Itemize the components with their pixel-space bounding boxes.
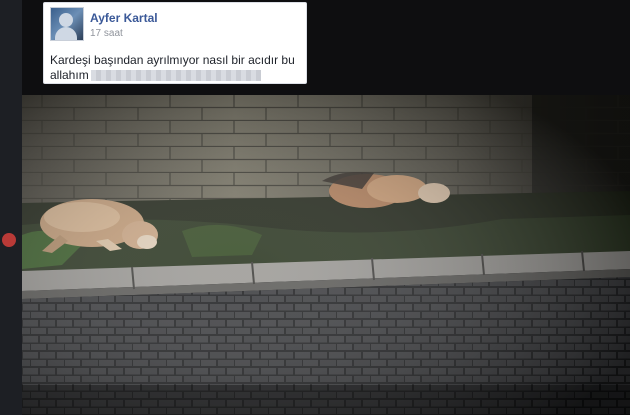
post-text: Kardeşi başından ayrılmıyor nasıl bir ac…: [50, 53, 306, 83]
post-text-line1: Kardeşi başından ayrılmıyor nasıl bir ac…: [50, 53, 295, 67]
blurred-text-icon: [90, 70, 261, 82]
post-card: Ayfer Kartal 17 saat Kardeşi başından ay…: [43, 2, 307, 84]
post-photo[interactable]: [22, 95, 630, 415]
profile-avatar-icon[interactable]: [50, 7, 84, 41]
notification-dot-icon[interactable]: [2, 233, 16, 247]
left-sidebar: [0, 0, 22, 415]
author-name-link[interactable]: Ayfer Kartal: [90, 11, 158, 25]
post-timestamp[interactable]: 17 saat: [90, 28, 123, 39]
post-text-line2: allahım: [50, 68, 89, 82]
